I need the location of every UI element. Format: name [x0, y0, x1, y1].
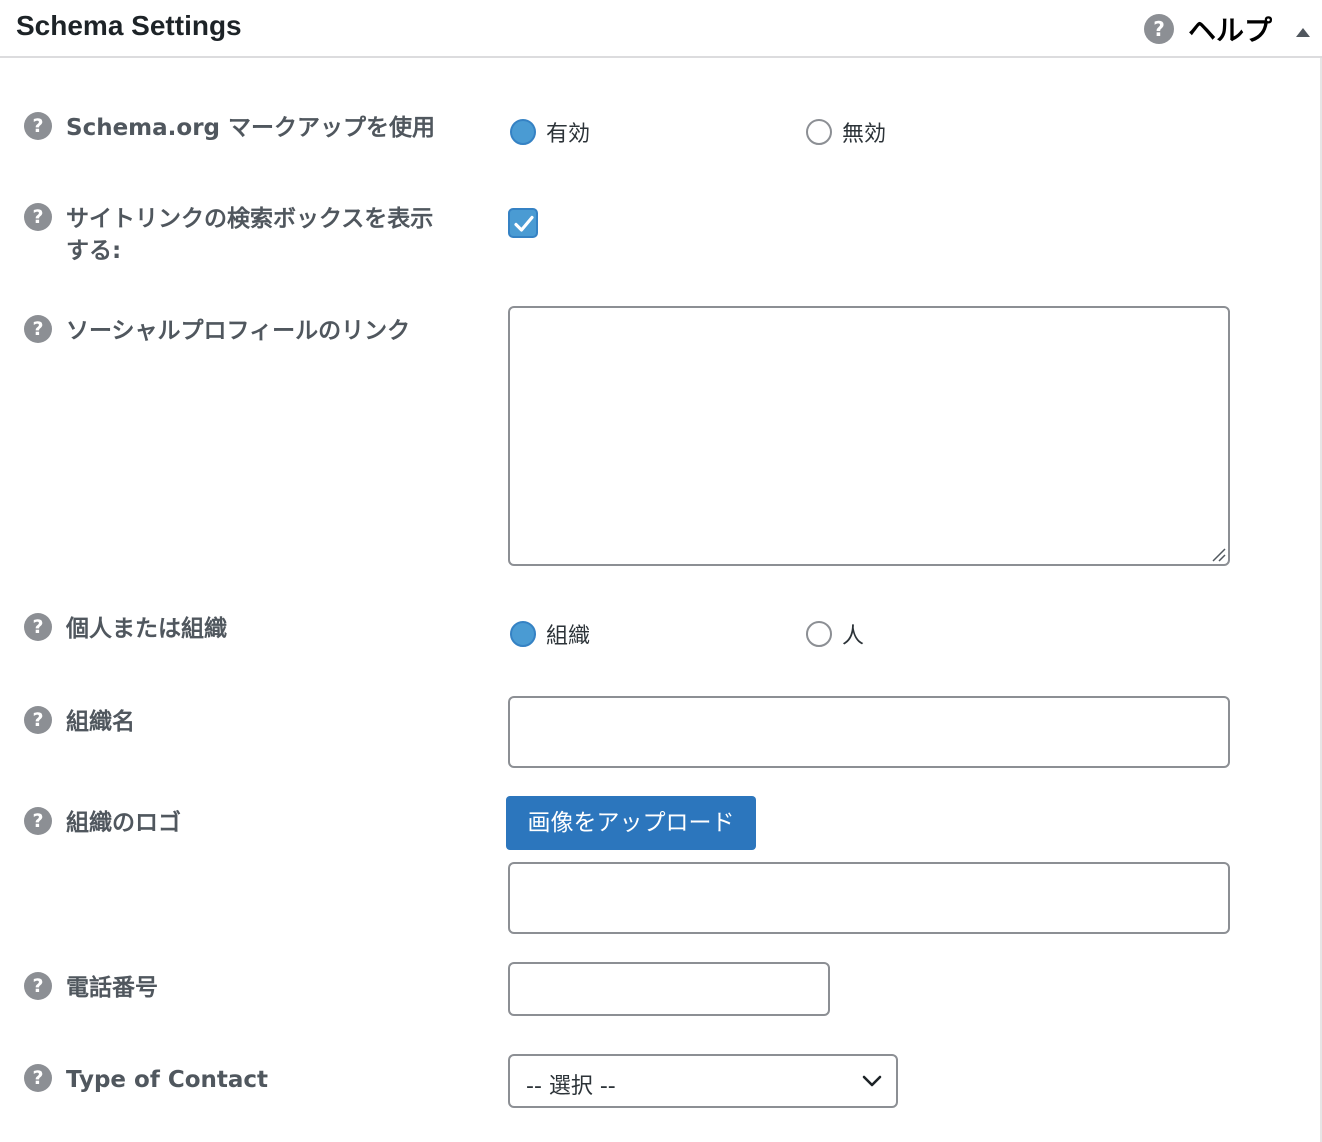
triangle-up-icon[interactable]: [1296, 28, 1310, 37]
schema-markup-enabled-label: 有効: [546, 122, 591, 147]
contact-type-select[interactable]: -- 選択 --: [508, 1054, 898, 1108]
sitelinks-search-label: サイトリンクの検索ボックスを表示 する:: [66, 203, 433, 267]
org-name-input[interactable]: [508, 696, 1230, 768]
contact-type-label-row: ? Type of Contact: [24, 1064, 464, 1096]
upload-image-button[interactable]: 画像をアップロード: [506, 796, 756, 850]
question-circle-icon[interactable]: ?: [24, 1064, 52, 1092]
question-circle-icon[interactable]: ?: [24, 112, 52, 140]
org-name-label: 組織名: [66, 709, 135, 735]
schema-markup-disabled-radio[interactable]: [806, 119, 832, 145]
question-circle-icon: ?: [1144, 14, 1174, 44]
question-circle-icon[interactable]: ?: [24, 706, 52, 734]
org-logo-label-row: ? 組織のロゴ: [24, 807, 464, 839]
sitelinks-search-label-line2: する:: [66, 238, 122, 264]
sitelinks-search-checkbox[interactable]: [508, 208, 538, 238]
resize-handle-icon[interactable]: [1210, 546, 1226, 562]
org-option[interactable]: 組織: [510, 618, 590, 650]
schema-markup-disabled-option[interactable]: 無効: [806, 116, 886, 148]
org-name-label-row: ? 組織名: [24, 706, 464, 738]
org-option-label: 組織: [546, 624, 591, 649]
question-circle-icon[interactable]: ?: [24, 613, 52, 641]
checkmark-icon: [514, 215, 534, 232]
sitelinks-search-label-row: ? サイトリンクの検索ボックスを表示 する:: [24, 203, 464, 267]
person-radio[interactable]: [806, 621, 832, 647]
contact-type-label: Type of Contact: [66, 1067, 269, 1093]
social-profiles-textarea[interactable]: [508, 306, 1230, 566]
chevron-down-icon: [862, 1075, 882, 1087]
contact-type-selected-value: -- 選択 --: [526, 1074, 616, 1099]
question-circle-icon[interactable]: ?: [24, 203, 52, 231]
phone-input[interactable]: [508, 962, 830, 1016]
person-option-label: 人: [842, 624, 865, 649]
question-circle-icon[interactable]: ?: [24, 972, 52, 1000]
org-radio[interactable]: [510, 621, 536, 647]
help-toggle[interactable]: ? ヘルプ: [1144, 12, 1273, 47]
phone-label: 電話番号: [66, 975, 158, 1001]
schema-markup-enabled-option[interactable]: 有効: [510, 116, 590, 148]
org-logo-url-input[interactable]: [508, 862, 1230, 934]
person-or-org-label-row: ? 個人または組織: [24, 613, 464, 645]
schema-markup-label-row: ? Schema.org マークアップを使用: [24, 112, 464, 144]
metabox-header: Schema Settings ? ヘルプ: [0, 0, 1322, 58]
schema-markup-enabled-radio[interactable]: [510, 119, 536, 145]
question-circle-icon[interactable]: ?: [24, 807, 52, 835]
social-profiles-label-row: ? ソーシャルプロフィールのリンク: [24, 315, 464, 347]
org-logo-label: 組織のロゴ: [66, 810, 181, 836]
question-circle-icon[interactable]: ?: [24, 315, 52, 343]
person-or-org-label: 個人または組織: [66, 616, 227, 642]
metabox-title: Schema Settings: [16, 10, 242, 41]
schema-markup-label: Schema.org マークアップを使用: [66, 115, 436, 141]
social-profiles-label: ソーシャルプロフィールのリンク: [66, 318, 411, 344]
schema-markup-disabled-label: 無効: [842, 122, 887, 147]
person-option[interactable]: 人: [806, 618, 864, 650]
phone-label-row: ? 電話番号: [24, 972, 464, 1004]
help-label: ヘルプ: [1188, 14, 1273, 47]
sitelinks-search-label-line1: サイトリンクの検索ボックスを表示: [66, 206, 434, 232]
